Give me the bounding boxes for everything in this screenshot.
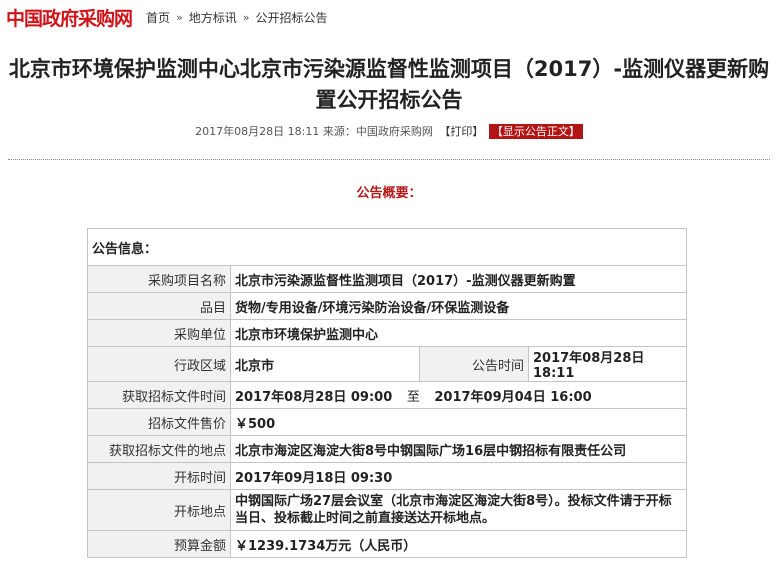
table-row: 开标时间 2017年09月18日 09:30 bbox=[87, 462, 687, 490]
notice-info-table: 公告信息： 采购项目名称 北京市污染源监督性监测项目（2017）-监测仪器更新购… bbox=[87, 228, 687, 558]
obtain-time-from: 2017年08月28日 09:00 bbox=[235, 389, 393, 405]
region-value: 北京市 bbox=[230, 346, 420, 382]
region-label: 行政区域 bbox=[87, 346, 231, 382]
table-row: 行政区域 北京市 公告时间 2017年08月28日 18:11 bbox=[87, 346, 687, 382]
category-label: 品目 bbox=[87, 292, 231, 320]
budget-value: ￥1239.1734万元（人民币） bbox=[230, 530, 687, 558]
breadcrumb-home-link[interactable]: 首页 bbox=[146, 9, 170, 26]
project-name-value: 北京市污染源监督性监测项目（2017）-监测仪器更新购置 bbox=[230, 265, 687, 293]
obtain-time-to: 2017年09月04日 16:00 bbox=[434, 389, 592, 405]
print-link[interactable]: 【打印】 bbox=[439, 125, 483, 138]
project-name-label: 采购项目名称 bbox=[87, 265, 231, 293]
info-section-title: 公告信息： bbox=[87, 228, 687, 266]
purchaser-value: 北京市环境保护监测中心 bbox=[230, 319, 687, 347]
open-place-label: 开标地点 bbox=[87, 489, 231, 531]
top-bar: 中国政府采购网 首页 » 地方标讯 » 公开招标公告 bbox=[0, 0, 778, 34]
article-meta: 2017年08月28日 18:11 来源：中国政府采购网 【打印】 【显示公告正… bbox=[0, 123, 778, 139]
purchaser-label: 采购单位 bbox=[87, 319, 231, 347]
show-notice-button[interactable]: 【显示公告正文】 bbox=[488, 124, 583, 139]
page-title: 北京市环境保护监测中心北京市污染源监督性监测项目（2017）-监测仪器更新购置公… bbox=[8, 57, 770, 112]
breadcrumb-local-link[interactable]: 地方标讯 bbox=[189, 9, 237, 26]
table-row: 开标地点 中钢国际广场27层会议室（北京市海淀区海淀大街8号）。投标文件请于开标… bbox=[87, 489, 687, 531]
price-label: 招标文件售价 bbox=[87, 408, 231, 436]
table-row: 采购单位 北京市环境保护监测中心 bbox=[87, 319, 687, 347]
notice-time-value: 2017年08月28日 18:11 bbox=[528, 346, 687, 382]
breadcrumb: 首页 » 地方标讯 » 公开招标公告 bbox=[146, 9, 328, 26]
site-logo[interactable]: 中国政府采购网 bbox=[6, 4, 133, 31]
source-text: 来源：中国政府采购网 bbox=[322, 125, 433, 138]
breadcrumb-current-link[interactable]: 公开招标公告 bbox=[256, 9, 328, 26]
open-time-value: 2017年09月18日 09:30 bbox=[230, 462, 687, 490]
divider bbox=[8, 159, 770, 160]
open-time-label: 开标时间 bbox=[87, 462, 231, 490]
table-row: 预算金额 ￥1239.1734万元（人民币） bbox=[87, 530, 687, 558]
breadcrumb-separator: » bbox=[176, 10, 183, 24]
category-value: 货物/专用设备/环境污染防治设备/环保监测设备 bbox=[230, 292, 687, 320]
table-row: 获取招标文件的地点 北京市海淀区海淀大街8号中钢国际广场16层中钢招标有限责任公… bbox=[87, 435, 687, 463]
breadcrumb-separator: » bbox=[242, 10, 250, 24]
obtain-time-label: 获取招标文件时间 bbox=[87, 381, 231, 409]
obtain-place-label: 获取招标文件的地点 bbox=[87, 435, 231, 463]
obtain-time-to-label: 至 bbox=[406, 389, 420, 405]
price-value: ￥500 bbox=[230, 408, 687, 436]
obtain-place-value: 北京市海淀区海淀大街8号中钢国际广场16层中钢招标有限责任公司 bbox=[230, 435, 687, 463]
obtain-time-value: 2017年08月28日 09:00 至 2017年09月04日 16:00 bbox=[230, 381, 687, 409]
table-row: 品目 货物/专用设备/环境污染防治设备/环保监测设备 bbox=[87, 292, 687, 320]
summary-title: 公告概要： bbox=[356, 186, 422, 201]
budget-label: 预算金额 bbox=[87, 530, 231, 558]
table-row: 获取招标文件时间 2017年08月28日 09:00 至 2017年09月04日… bbox=[87, 381, 687, 409]
table-row: 招标文件售价 ￥500 bbox=[87, 408, 687, 436]
open-place-value: 中钢国际广场27层会议室（北京市海淀区海淀大街8号）。投标文件请于开标当日、投标… bbox=[230, 489, 687, 531]
table-row: 采购项目名称 北京市污染源监督性监测项目（2017）-监测仪器更新购置 bbox=[87, 265, 687, 293]
notice-time-label: 公告时间 bbox=[419, 346, 529, 382]
publish-date: 2017年08月28日 18:11 bbox=[195, 125, 320, 138]
